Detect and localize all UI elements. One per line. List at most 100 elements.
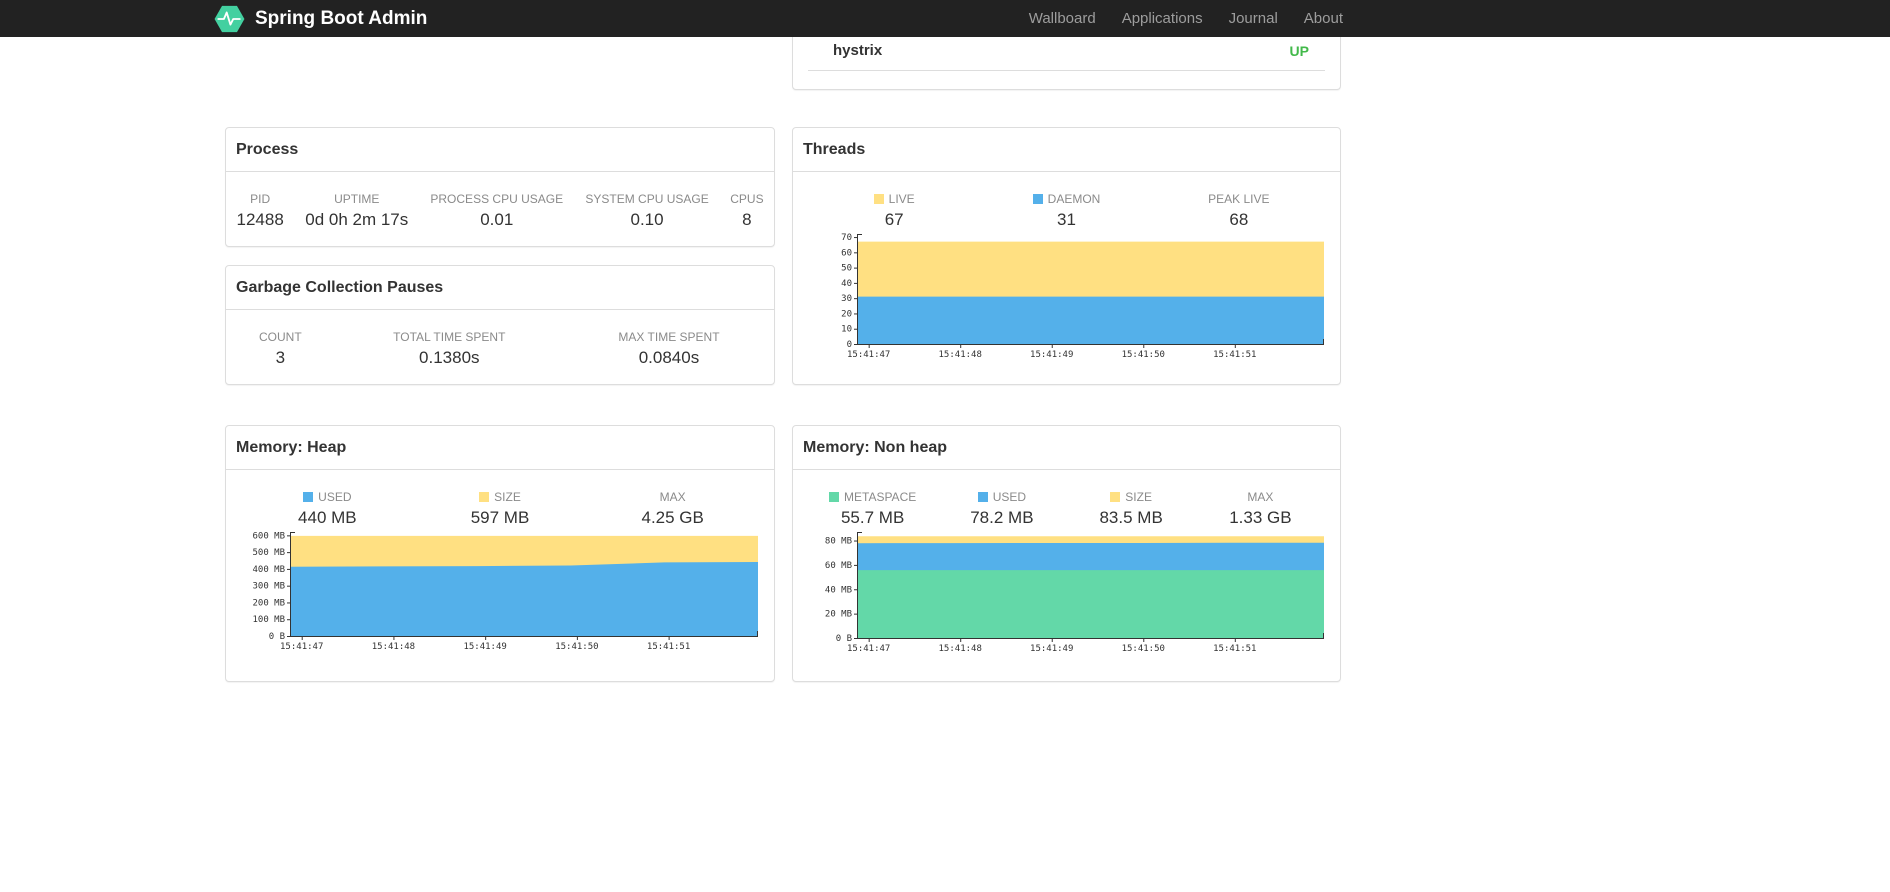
stat-value: 1.33 GB (1229, 508, 1292, 527)
svg-text:30: 30 (841, 294, 852, 304)
metric-value: 0.10 (630, 210, 664, 229)
gc-metrics-values-row: 3 0.1380s 0.0840s (226, 344, 774, 376)
nav-about[interactable]: About (1304, 10, 1343, 27)
stat-label-text: USED (318, 490, 352, 504)
svg-text:60 MB: 60 MB (825, 561, 852, 571)
svg-text:15:41:47: 15:41:47 (847, 644, 890, 654)
stat-used: USED 78.2 MB (937, 490, 1066, 528)
used-swatch-icon (303, 492, 314, 502)
svg-text:10: 10 (841, 325, 852, 335)
stat-used: USED 440 MB (241, 490, 414, 528)
stat-label: MAX (586, 490, 759, 504)
used-swatch-icon (977, 492, 988, 502)
svg-text:15:41:50: 15:41:50 (555, 642, 598, 652)
stat-label-text: METASPACE (844, 490, 917, 504)
stat-label: LIVE (808, 192, 980, 206)
memory-nonheap-panel-title: Memory: Non heap (793, 426, 1340, 470)
metric-value: 12488 (236, 210, 284, 229)
process-panel: Process PID UPTIME PROCESS CPU USAGE SYS… (225, 127, 775, 247)
svg-text:40: 40 (841, 279, 852, 289)
stat-label: SIZE (414, 490, 587, 504)
daemon-swatch-icon (1032, 194, 1043, 204)
memory-heap-panel: Memory: Heap USED 440 MB SIZE 597 MB MAX… (225, 425, 775, 682)
svg-text:70: 70 (841, 233, 852, 243)
svg-text:0: 0 (847, 340, 852, 350)
metric-value: 0.1380s (419, 348, 480, 367)
metric-label: SYSTEM CPU USAGE (585, 192, 709, 206)
status-badge: UP (1289, 42, 1309, 59)
svg-text:0 B: 0 B (269, 632, 285, 642)
threads-panel: Threads LIVE 67 DAEMON 31 PEAK LIVE 68 0… (792, 127, 1341, 385)
threads-panel-title: Threads (793, 128, 1340, 172)
navbar-inner: Spring Boot Admin Wallboard Applications… (213, 0, 1343, 37)
stat-label: USED (241, 490, 414, 504)
svg-text:15:41:49: 15:41:49 (1030, 644, 1073, 654)
svg-text:80 MB: 80 MB (825, 537, 852, 547)
metaspace-swatch-icon (829, 492, 839, 502)
svg-text:15:41:50: 15:41:50 (1122, 350, 1165, 360)
stat-max: MAX 4.25 GB (586, 490, 759, 528)
process-metrics-values-row: 12488 0d 0h 2m 17s 0.01 0.10 8 (226, 206, 774, 238)
svg-text:15:41:48: 15:41:48 (372, 642, 415, 652)
memory-nonheap-legend: METASPACE 55.7 MB USED 78.2 MB SIZE 83.5… (793, 470, 1340, 528)
stat-label: SIZE (1067, 490, 1196, 504)
stat-value: 83.5 MB (1099, 508, 1163, 527)
svg-text:50: 50 (841, 264, 852, 274)
svg-text:15:41:48: 15:41:48 (939, 350, 982, 360)
application-name: hystrix (833, 42, 883, 59)
memory-nonheap-panel: Memory: Non heap METASPACE 55.7 MB USED … (792, 425, 1341, 682)
svg-text:15:41:48: 15:41:48 (939, 644, 982, 654)
metric-label: COUNT (258, 330, 302, 344)
nav-journal[interactable]: Journal (1229, 10, 1278, 27)
spring-boot-admin-logo-icon (214, 5, 245, 32)
svg-text:0 B: 0 B (836, 634, 852, 644)
memory-heap-chart: 0 B 100 MB 200 MB 300 MB 400 MB 500 MB 600 MB 1… (252, 531, 758, 652)
metric-label: MAX TIME SPENT (618, 330, 720, 344)
svg-text:60: 60 (841, 248, 852, 258)
svg-text:15:41:51: 15:41:51 (1213, 644, 1256, 654)
nav-applications[interactable]: Applications (1122, 10, 1203, 27)
stat-max: MAX 1.33 GB (1196, 490, 1325, 528)
application-row-hystrix[interactable]: hystrix UP (808, 31, 1325, 71)
stat-value: 67 (884, 210, 904, 229)
metric-value: 0.0840s (638, 348, 700, 367)
stat-size: SIZE 597 MB (414, 490, 587, 528)
stat-label: METASPACE (808, 490, 937, 504)
metric-label: TOTAL TIME SPENT (393, 330, 506, 344)
stat-value: 4.25 GB (641, 508, 704, 527)
metric-value: 8 (742, 210, 752, 229)
threads-chart: 0 10 20 30 40 50 60 70 15:41:47 15:41:48 15:41:49 1… (841, 233, 1324, 360)
gc-metrics-labels-row: COUNT TOTAL TIME SPENT MAX TIME SPENT (226, 310, 774, 344)
size-swatch-icon (1110, 492, 1121, 502)
svg-text:20: 20 (841, 309, 852, 319)
stat-label-text: DAEMON (1047, 192, 1101, 206)
stat-peak-live: PEAK LIVE 68 (1153, 192, 1325, 230)
svg-text:100 MB: 100 MB (252, 615, 285, 625)
svg-text:15:41:50: 15:41:50 (1122, 644, 1165, 654)
threads-legend: LIVE 67 DAEMON 31 PEAK LIVE 68 (793, 172, 1340, 230)
process-metrics-labels-row: PID UPTIME PROCESS CPU USAGE SYSTEM CPU … (226, 172, 774, 206)
stat-value: 68 (1229, 210, 1249, 229)
svg-text:300 MB: 300 MB (252, 582, 285, 592)
stat-live: LIVE 67 (808, 192, 980, 230)
navbar: Spring Boot Admin Wallboard Applications… (0, 0, 1890, 37)
memory-heap-legend: USED 440 MB SIZE 597 MB MAX 4.25 GB (226, 470, 774, 528)
stat-label-text: LIVE (888, 192, 915, 206)
svg-text:400 MB: 400 MB (252, 565, 285, 575)
stat-label: USED (937, 490, 1066, 504)
stat-label: MAX (1196, 490, 1325, 504)
nav-wallboard[interactable]: Wallboard (1029, 10, 1096, 27)
stat-label-text: SIZE (1125, 490, 1152, 504)
svg-text:500 MB: 500 MB (252, 548, 285, 558)
stat-daemon: DAEMON 31 (980, 192, 1152, 230)
gc-metrics-table: COUNT TOTAL TIME SPENT MAX TIME SPENT 3 … (226, 310, 774, 376)
stat-label-text: SIZE (494, 490, 521, 504)
stat-metaspace: METASPACE 55.7 MB (808, 490, 937, 528)
stat-value: 78.2 MB (970, 508, 1034, 527)
svg-text:20 MB: 20 MB (825, 610, 852, 620)
brand-title: Spring Boot Admin (255, 7, 428, 29)
svg-text:15:41:51: 15:41:51 (1213, 350, 1256, 360)
stat-value: 31 (1057, 210, 1076, 229)
stat-size: SIZE 83.5 MB (1067, 490, 1196, 528)
brand-link[interactable]: Spring Boot Admin (213, 5, 427, 33)
